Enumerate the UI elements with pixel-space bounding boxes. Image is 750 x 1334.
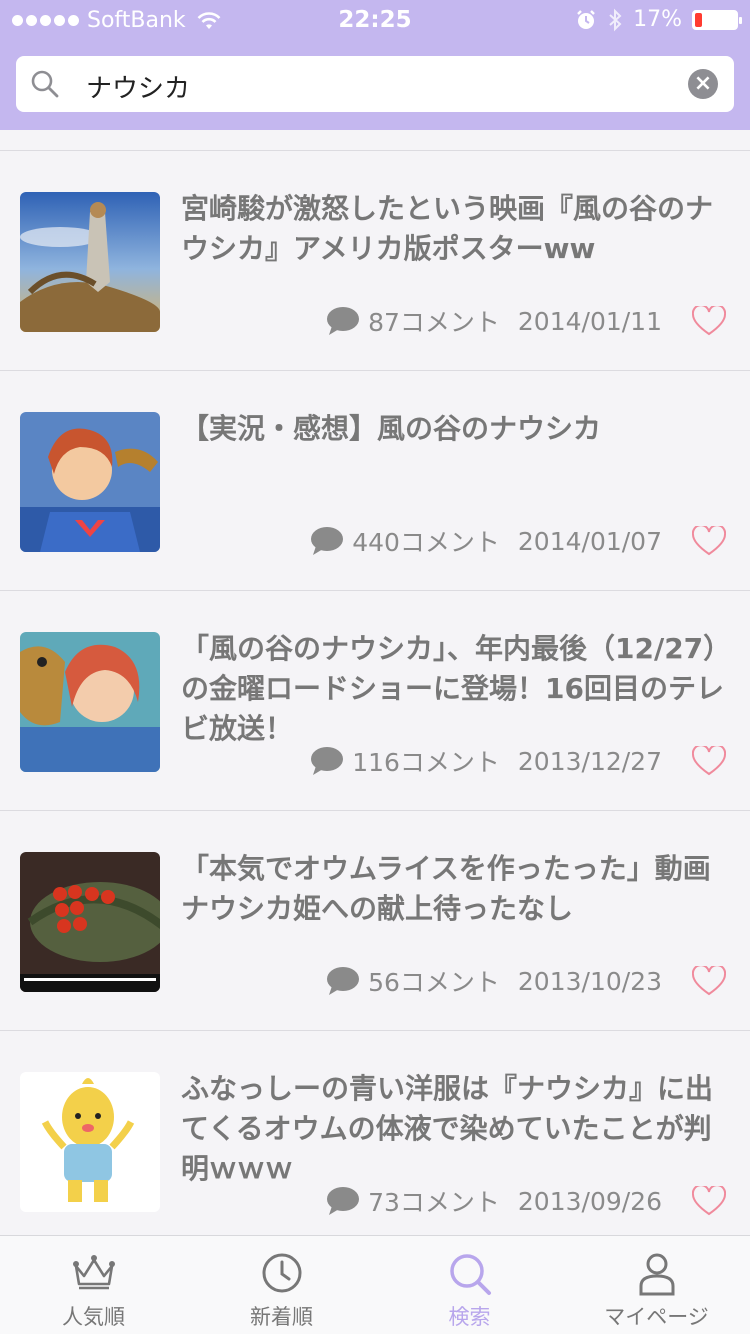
tab-search[interactable]: 検索 bbox=[376, 1236, 563, 1334]
alarm-icon bbox=[577, 9, 595, 29]
article-item[interactable]: 「風の谷のナウシカ」、年内最後（12/27）の金曜ロードショーに登場！16回目の… bbox=[0, 591, 750, 811]
comment-icon bbox=[327, 967, 360, 995]
article-date: 2013/10/23 bbox=[517, 966, 662, 996]
article-thumbnail bbox=[20, 1072, 160, 1212]
tab-label: 新着順 bbox=[250, 1305, 313, 1329]
battery-icon bbox=[692, 9, 742, 30]
clock-icon bbox=[262, 1253, 301, 1293]
status-right: 17% bbox=[575, 7, 742, 32]
tab-label: 検索 bbox=[448, 1305, 491, 1329]
comment-count: 56コメント bbox=[368, 968, 500, 997]
comment-icon bbox=[327, 307, 360, 335]
heart-icon[interactable] bbox=[692, 746, 726, 776]
article-meta: 56コメント 2013/10/23 bbox=[326, 961, 726, 1001]
article-thumbnail bbox=[20, 412, 160, 552]
heart-icon[interactable] bbox=[692, 966, 726, 996]
article-thumbnail bbox=[20, 632, 160, 772]
heart-icon[interactable] bbox=[692, 306, 726, 336]
article-list[interactable]: 宮崎駿が激怒したという映画『風の谷のナウシカ』アメリカ版ポスターww 87コメン… bbox=[0, 130, 750, 1235]
tab-label: マイページ bbox=[604, 1305, 709, 1329]
heart-icon[interactable] bbox=[692, 1186, 726, 1216]
article-item[interactable]: 【実況・感想】風の谷のナウシカ 440コメント 2014/01/07 bbox=[0, 371, 750, 591]
article-meta: 116コメント 2013/12/27 bbox=[310, 741, 726, 781]
tab-label: 人気順 bbox=[62, 1305, 125, 1329]
article-meta: 87コメント 2014/01/11 bbox=[326, 301, 726, 341]
article-title[interactable]: 宮崎駿が激怒したという映画『風の谷のナウシカ』アメリカ版ポスターww bbox=[181, 189, 726, 269]
crown-icon bbox=[72, 1255, 115, 1290]
article-date: 2013/09/26 bbox=[517, 1186, 662, 1216]
battery-percent: 17% bbox=[633, 7, 682, 32]
article-item[interactable]: 「本気でオウムライスを作ったった」動画 ナウシカ姫への献上待ったなし 56コメン… bbox=[0, 811, 750, 1031]
heart-icon[interactable] bbox=[692, 526, 726, 556]
tab-popular[interactable]: 人気順 bbox=[0, 1236, 187, 1334]
article-item[interactable]: 宮崎駿が激怒したという映画『風の谷のナウシカ』アメリカ版ポスターww 87コメン… bbox=[0, 151, 750, 371]
tab-new[interactable]: 新着順 bbox=[188, 1236, 375, 1334]
article-meta: 73コメント 2013/09/26 bbox=[326, 1181, 726, 1221]
article-meta: 440コメント 2014/01/07 bbox=[310, 521, 726, 561]
article-date: 2013/12/27 bbox=[517, 746, 662, 776]
bluetooth-icon bbox=[609, 8, 622, 31]
clear-search-button[interactable]: × bbox=[688, 69, 718, 99]
comment-count: 87コメント bbox=[368, 308, 500, 337]
comment-icon bbox=[311, 747, 344, 775]
article-title[interactable]: 「風の谷のナウシカ」、年内最後（12/27）の金曜ロードショーに登場！16回目の… bbox=[181, 629, 726, 749]
person-icon bbox=[639, 1253, 674, 1296]
comment-icon bbox=[327, 1187, 360, 1215]
article-thumbnail bbox=[20, 852, 160, 992]
search-input[interactable]: ナウシカ bbox=[86, 68, 190, 105]
search-icon bbox=[31, 70, 59, 98]
article-title[interactable]: 【実況・感想】風の谷のナウシカ bbox=[181, 409, 726, 449]
comment-count: 116コメント bbox=[352, 748, 500, 777]
search-field[interactable]: ナウシカ × bbox=[16, 56, 734, 112]
header: SoftBank 22:25 17% ナウシカ × bbox=[0, 0, 750, 130]
article-item[interactable]: ふなっしーの青い洋服は『ナウシカ』に出てくるオウムの体液で染めていたことが判明ｗ… bbox=[0, 1031, 750, 1235]
article-thumbnail bbox=[20, 192, 160, 332]
article-date: 2014/01/11 bbox=[517, 306, 662, 336]
search-icon bbox=[449, 1254, 491, 1295]
comment-count: 73コメント bbox=[368, 1188, 500, 1217]
article-title[interactable]: 「本気でオウムライスを作ったった」動画 ナウシカ姫への献上待ったなし bbox=[181, 849, 739, 929]
tab-bar: 人気順 新着順 検索 マイページ bbox=[0, 1235, 750, 1334]
status-bar: SoftBank 22:25 17% bbox=[0, 0, 750, 40]
comment-icon bbox=[311, 527, 344, 555]
article-date: 2014/01/07 bbox=[517, 526, 662, 556]
comment-count: 440コメント bbox=[352, 528, 500, 557]
tab-mypage[interactable]: マイページ bbox=[563, 1236, 750, 1334]
article-title[interactable]: ふなっしーの青い洋服は『ナウシカ』に出てくるオウムの体液で染めていたことが判明ｗ… bbox=[181, 1069, 726, 1189]
